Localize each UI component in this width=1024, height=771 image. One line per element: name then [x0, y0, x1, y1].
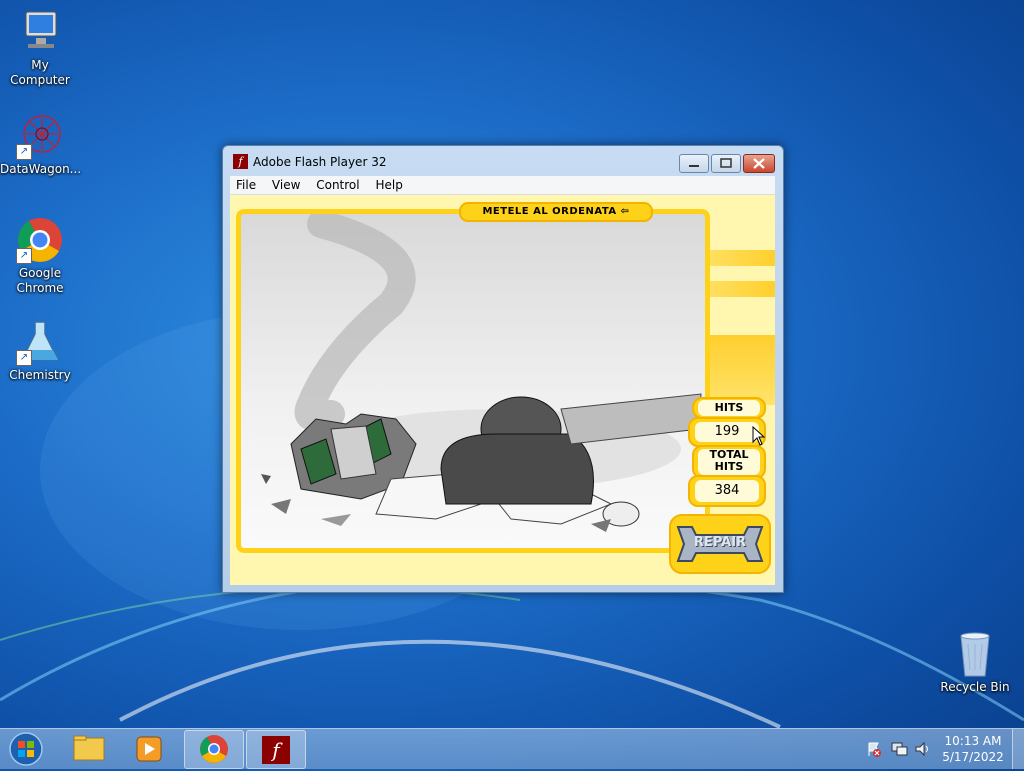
computer-icon [16, 8, 64, 56]
close-button[interactable] [743, 154, 775, 173]
flash-game-area[interactable]: METELE AL ORDENATA ⇦ HITS 199 TOTAL HITS… [230, 195, 775, 585]
taskbar-flash-player[interactable]: f [246, 730, 306, 769]
hits-value: 199 [695, 422, 759, 442]
menu-view[interactable]: View [266, 176, 306, 194]
banner-text: METELE AL ORDENATA [482, 206, 617, 217]
media-player-icon [136, 736, 162, 762]
desktop-icon-label: Recycle Bin [940, 680, 1010, 694]
shortcut-arrow-icon: ↗ [16, 144, 32, 160]
flash-player-icon: f [262, 736, 290, 764]
close-icon [753, 158, 765, 169]
window-title: Adobe Flash Player 32 [253, 155, 387, 169]
flask-icon: ↗ [16, 318, 64, 366]
menu-control[interactable]: Control [310, 176, 365, 194]
clock-time: 10:13 AM [944, 734, 1002, 748]
desktop-icon-label: Google Chrome [16, 266, 64, 295]
desktop-icon-datawagon[interactable]: ↗ DataWagon... [0, 112, 82, 177]
hits-label: HITS [698, 400, 760, 416]
window-titlebar[interactable]: f Adobe Flash Player 32 [223, 146, 783, 176]
taskbar-chrome[interactable] [184, 730, 244, 769]
shortcut-arrow-icon: ↗ [16, 248, 32, 264]
smashed-computer-scene [261, 214, 702, 532]
game-banner: METELE AL ORDENATA ⇦ [459, 202, 653, 222]
shortcut-arrow-icon: ↗ [16, 350, 32, 366]
taskbar-file-explorer[interactable] [60, 730, 118, 767]
menu-file[interactable]: File [230, 176, 262, 194]
recycle-bin-icon [951, 630, 999, 678]
windows-orb-icon [9, 732, 43, 766]
desktop-icon-label: Chemistry [9, 368, 71, 382]
taskbar: f 10:13 AM 5/17/2022 [0, 728, 1024, 769]
start-button[interactable] [6, 731, 46, 767]
desktop-icon-my-computer[interactable]: My Computer [0, 8, 80, 88]
desktop-icon-recycle-bin[interactable]: Recycle Bin [935, 630, 1015, 695]
volume-icon[interactable] [914, 741, 932, 757]
arrow-left-icon: ⇦ [620, 206, 630, 217]
desktop-icon-chemistry[interactable]: ↗ Chemistry [0, 318, 80, 383]
mouse-cursor-icon [752, 426, 766, 446]
flash-player-window: f Adobe Flash Player 32 File View Contro… [222, 145, 784, 593]
taskbar-media-player[interactable] [120, 730, 178, 767]
hits-label-pill: HITS [692, 397, 766, 419]
clock-date: 5/17/2022 [942, 750, 1004, 764]
chrome-icon [200, 735, 228, 763]
menubar: File View Control Help [230, 176, 775, 195]
system-clock[interactable]: 10:13 AM 5/17/2022 [940, 733, 1006, 765]
network-icon[interactable] [890, 741, 908, 757]
repair-button[interactable]: REPAIR [668, 513, 772, 575]
total-hits-label-line-2: HITS [714, 460, 744, 473]
maximize-button[interactable] [711, 154, 741, 173]
flash-app-icon: f [233, 154, 248, 169]
action-center-flag-icon[interactable] [866, 741, 882, 757]
desktop-icon-google-chrome[interactable]: ↗ Google Chrome [0, 216, 80, 296]
folder-icon [73, 735, 105, 761]
chrome-icon: ↗ [16, 216, 64, 264]
total-hits-value: 384 [695, 480, 759, 502]
show-desktop-button[interactable] [1012, 729, 1024, 769]
game-stage[interactable] [236, 209, 710, 553]
total-hits-label-pill: TOTAL HITS [692, 445, 766, 479]
desktop-icon-label: My Computer [10, 58, 70, 87]
menu-help[interactable]: Help [369, 176, 408, 194]
desktop-icon-label: DataWagon... [0, 162, 82, 176]
minimize-button[interactable] [679, 154, 709, 173]
molecule-icon: ↗ [16, 112, 64, 160]
repair-label: REPAIR [693, 535, 747, 550]
total-hits-label: TOTAL HITS [698, 449, 760, 475]
total-hits-value-pill: 384 [688, 475, 766, 507]
